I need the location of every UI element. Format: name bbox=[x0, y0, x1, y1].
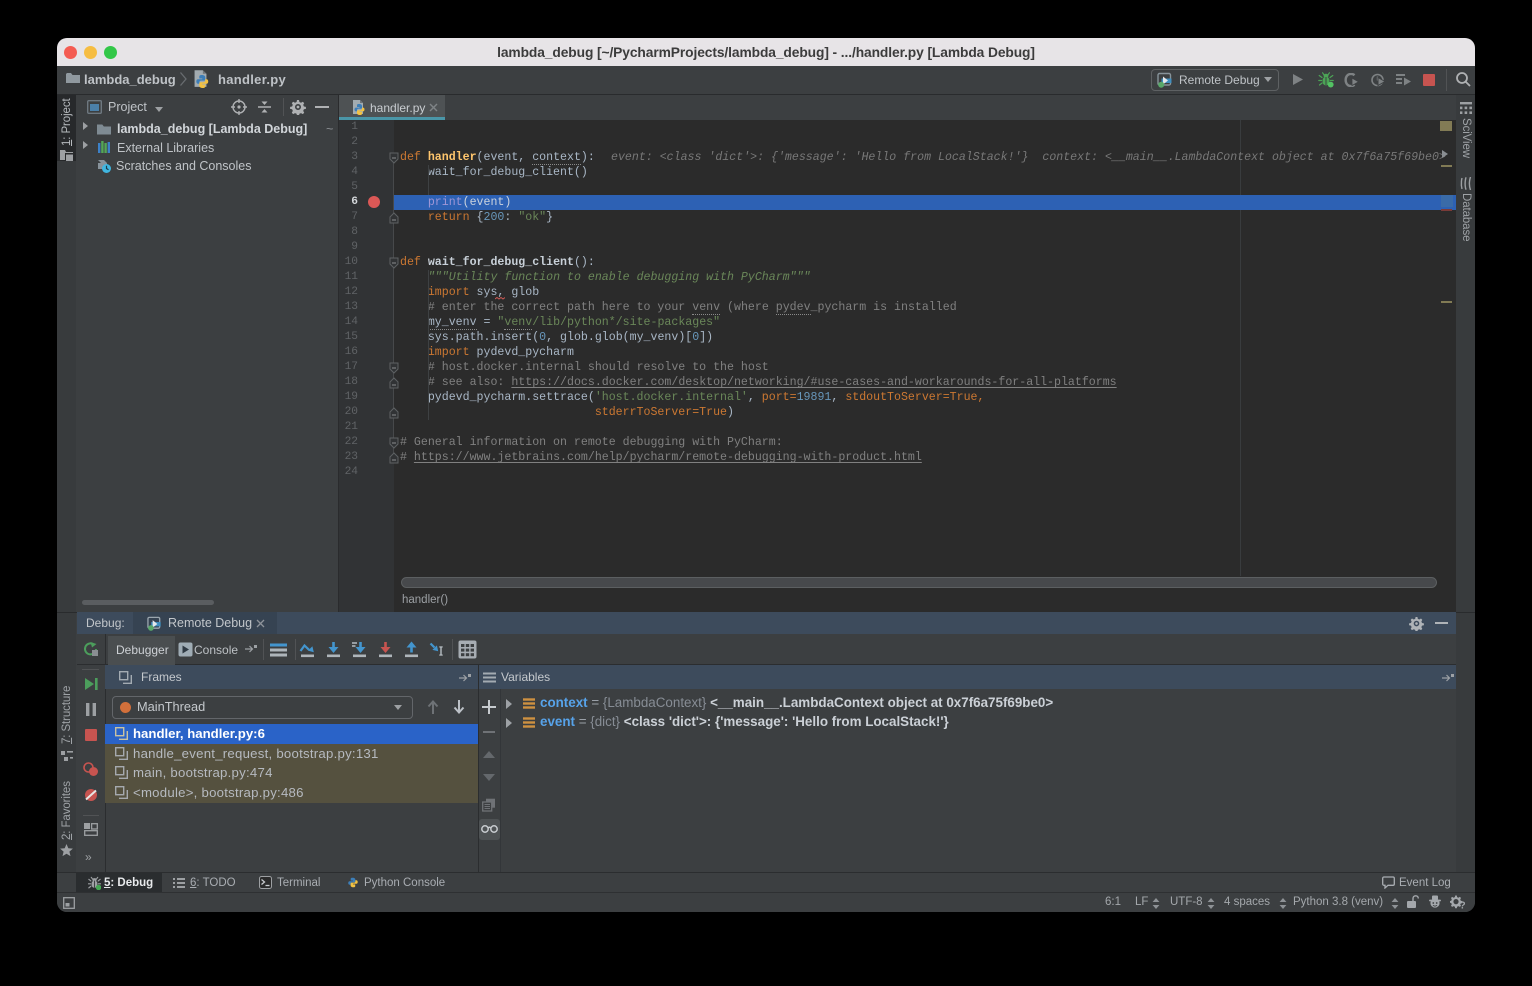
svg-text:?: ? bbox=[1460, 901, 1466, 910]
